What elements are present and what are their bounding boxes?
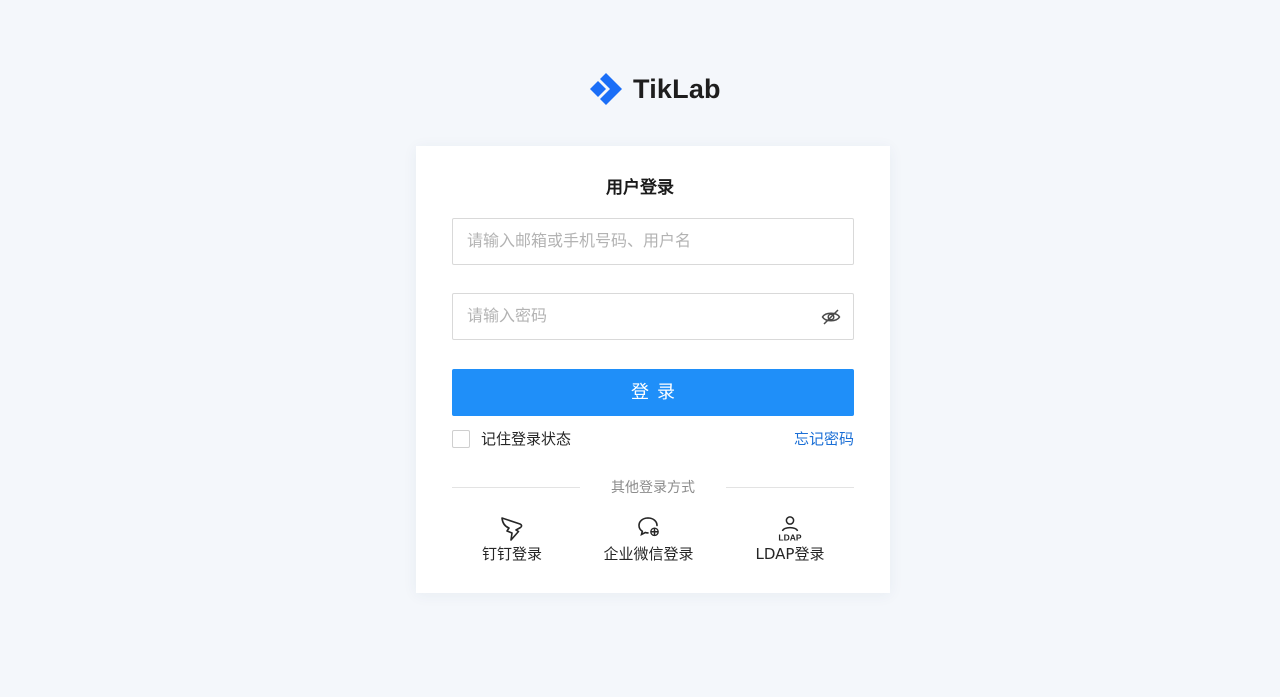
ldap-login-button[interactable]: LDAP LDAP登录 (748, 514, 832, 565)
username-input[interactable] (453, 219, 807, 262)
wecom-login-label: 企业微信登录 (603, 545, 694, 563)
login-button[interactable]: 登录 (452, 369, 854, 416)
login-title: 用户登录 (606, 178, 674, 198)
ldap-user-icon: LDAP (778, 516, 802, 543)
dingtalk-login-button[interactable]: 钉钉登录 (470, 514, 554, 565)
password-field (452, 293, 854, 340)
remember-checkbox[interactable] (452, 430, 470, 448)
brand: TikLab (586, 70, 721, 108)
dingtalk-login-label: 钉钉登录 (481, 545, 542, 563)
divider-right (726, 487, 854, 488)
username-field (452, 218, 854, 265)
dingtalk-icon (501, 517, 523, 541)
remember-me[interactable]: 记住登录状态 (452, 429, 571, 449)
password-input[interactable] (453, 294, 807, 337)
wecom-icon (637, 517, 659, 537)
tiklab-logo-icon (590, 73, 622, 105)
ldap-login-label: LDAP登录 (755, 545, 825, 563)
ldap-icon-text: LDAP (778, 533, 801, 543)
wecom-login-button[interactable]: 企业微信登录 (592, 514, 705, 565)
remember-label: 记住登录状态 (481, 430, 572, 448)
other-login-label: 其他登录方式 (611, 480, 695, 496)
eye-off-icon[interactable] (821, 307, 841, 327)
brand-name: TikLab (633, 73, 721, 104)
forgot-password-link[interactable]: 忘记密码 (794, 429, 854, 449)
divider-left (452, 487, 580, 488)
